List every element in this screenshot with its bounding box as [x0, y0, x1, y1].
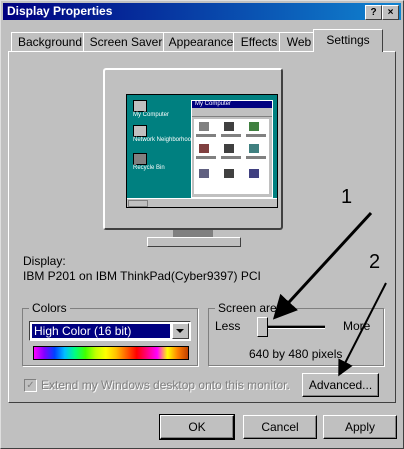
cancel-button[interactable]: Cancel — [243, 415, 317, 439]
my-computer-icon — [133, 100, 147, 112]
preview-window: My Computer — [191, 100, 273, 198]
folder-label — [196, 156, 216, 159]
resolution-slider-thumb[interactable] — [257, 317, 268, 337]
advanced-button[interactable]: Advanced... — [302, 373, 379, 397]
colors-selected-value: High Color (16 bit) — [31, 323, 171, 339]
monitor-neck — [173, 230, 213, 237]
folder-icon — [199, 144, 209, 153]
folder-icon — [199, 169, 209, 178]
folder-icon — [224, 144, 234, 153]
tab-screen-saver[interactable]: Screen Saver — [83, 32, 169, 51]
preview-toolbar — [192, 108, 272, 117]
window-title: Display Properties — [7, 4, 113, 18]
extend-desktop-checkbox[interactable]: ✓ — [24, 379, 37, 392]
resolution-slider-track[interactable] — [259, 325, 325, 329]
desktop-icon-label: Network Neighborhood — [133, 137, 195, 143]
display-label: Display: — [23, 254, 66, 268]
folder-icon — [224, 122, 234, 131]
display-value: IBM P201 on IBM ThinkPad(Cyber9397) PCI — [23, 269, 261, 283]
folder-icon — [224, 169, 234, 178]
folder-label — [221, 134, 241, 137]
tab-background[interactable]: Background — [11, 32, 89, 51]
folder-icon — [249, 122, 259, 131]
monitor-stand — [147, 237, 241, 247]
folder-icon — [249, 144, 259, 153]
folder-label — [196, 134, 216, 137]
colors-dropdown[interactable]: High Color (16 bit) — [29, 321, 191, 341]
folder-label — [221, 156, 241, 159]
slider-less-label: Less — [215, 319, 241, 333]
extend-desktop-label: Extend my Windows desktop onto this moni… — [41, 378, 290, 392]
tab-appearance[interactable]: Appearance — [163, 32, 239, 51]
preview-start-button — [128, 200, 148, 207]
desktop-icon-label: Recycle Bin — [133, 165, 165, 171]
ok-button[interactable]: OK — [159, 414, 235, 440]
folder-icon — [199, 122, 209, 131]
folder-label — [246, 134, 266, 137]
recycle-bin-icon — [133, 153, 147, 165]
preview-taskbar — [127, 198, 277, 207]
preview-window-title: My Computer — [192, 101, 272, 108]
folder-icon — [249, 169, 259, 178]
close-button[interactable]: × — [382, 5, 399, 20]
display-properties-window: Display Properties ? × Background Screen… — [0, 0, 404, 449]
tab-effects[interactable]: Effects — [233, 32, 285, 51]
folder-label — [246, 156, 266, 159]
network-icon — [133, 125, 147, 137]
apply-button[interactable]: Apply — [323, 415, 397, 439]
tab-settings[interactable]: Settings — [313, 29, 383, 52]
annotation-number-1: 1 — [341, 186, 353, 208]
resolution-text: 640 by 480 pixels — [249, 347, 343, 361]
slider-more-label: More — [343, 319, 371, 333]
color-palette-preview — [33, 346, 189, 360]
colors-group-label: Colors — [29, 301, 70, 315]
desktop-icon-label: My Computer — [133, 112, 170, 118]
monitor-preview: My Computer Network Neighborhood Recycle… — [103, 68, 283, 230]
annotation-number-2: 2 — [369, 251, 381, 273]
help-button[interactable]: ? — [365, 5, 382, 20]
screen-area-group-label: Screen area — [215, 301, 287, 315]
chevron-down-icon[interactable] — [172, 323, 189, 339]
desktop-preview: My Computer Network Neighborhood Recycle… — [126, 94, 278, 208]
preview-window-body — [194, 119, 269, 194]
title-bar[interactable]: Display Properties ? × — [3, 3, 401, 20]
